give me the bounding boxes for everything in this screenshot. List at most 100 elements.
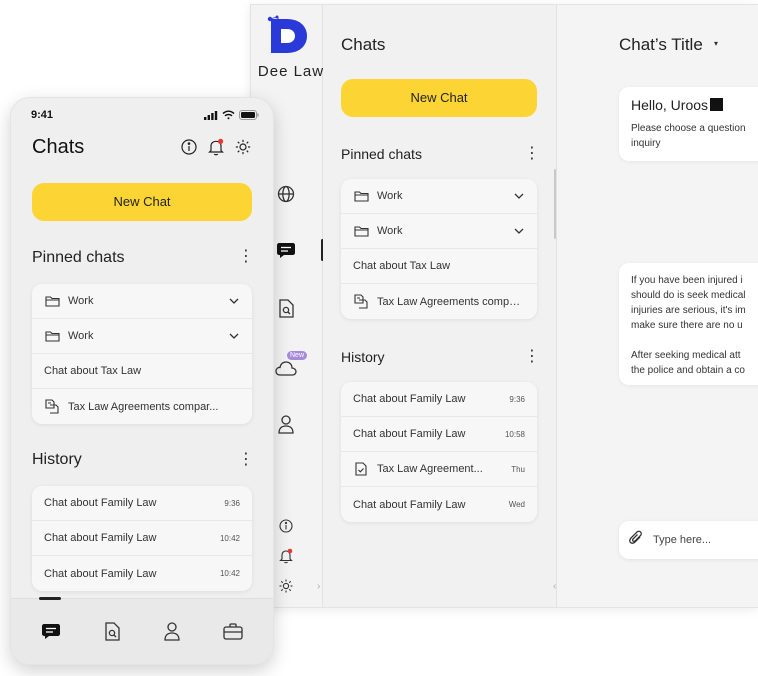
- answer-body: If you have been injured i should do is …: [631, 275, 746, 376]
- history-list: Chat about Family Law 9:36 Chat about Fa…: [341, 382, 537, 522]
- info-icon[interactable]: [275, 515, 297, 537]
- cloud-icon[interactable]: [275, 357, 297, 379]
- history-item-time: 10:42: [219, 533, 240, 543]
- message-composer: [619, 521, 758, 559]
- logo-text: Dee Law: [257, 63, 325, 80]
- pinned-item-label: Work: [377, 190, 403, 202]
- pinned-item-label: Work: [68, 295, 94, 307]
- history-item-label: Chat about Family Law: [44, 532, 157, 544]
- history-item-label: Chat about Family Law: [353, 498, 466, 511]
- history-title: History: [341, 349, 385, 365]
- history-more-icon[interactable]: ⋮: [524, 349, 540, 365]
- chevron-down-icon[interactable]: [513, 190, 525, 202]
- history-item[interactable]: Chat about Family Law 10:58: [341, 417, 537, 452]
- user-icon[interactable]: [275, 413, 297, 435]
- pinned-folder-work[interactable]: Work: [32, 319, 252, 354]
- answer-bubble: If you have been injured i should do is …: [619, 263, 758, 385]
- chats-panel: Chats New Chat Pinned chats ⋮ Work Work …: [323, 5, 557, 607]
- title-caret-icon[interactable]: ▾: [714, 39, 718, 48]
- pinned-folder-work[interactable]: Work: [341, 179, 537, 214]
- chat-title[interactable]: Chat’s Title: [619, 35, 703, 55]
- history-item-label: Tax Law Agreement...: [377, 463, 483, 475]
- history-item[interactable]: Chat about Family Law 9:36: [32, 486, 252, 521]
- sun-icon[interactable]: [234, 138, 252, 156]
- history-item[interactable]: Chat about Family Law 10:42: [32, 556, 252, 591]
- globe-icon[interactable]: [275, 183, 297, 205]
- document-check-icon: [353, 461, 369, 477]
- chat-icon[interactable]: [275, 239, 297, 261]
- chevron-down-icon[interactable]: [228, 330, 240, 342]
- pinned-item-label: Chat about Tax Law: [44, 365, 142, 377]
- panel-collapse-chevron-icon[interactable]: ‹: [553, 581, 556, 592]
- mobile-phone: 9:41 Chats New Chat Pinned chats ⋮ Work …: [10, 97, 274, 665]
- chevron-down-icon[interactable]: [513, 225, 525, 237]
- history-item[interactable]: Chat about Family Law Wed: [341, 487, 537, 522]
- history-item-label: Chat about Family Law: [44, 567, 157, 580]
- history-item-label: Chat about Family Law: [353, 428, 466, 440]
- tab-briefcase-icon[interactable]: [221, 619, 245, 643]
- greeting-line: Hello, Uroos: [631, 97, 758, 113]
- chats-title: Chats: [341, 35, 386, 54]
- history-item[interactable]: Tax Law Agreement... Thu: [341, 452, 537, 487]
- folder-icon: [353, 223, 369, 239]
- pinned-more-icon[interactable]: ⋮: [524, 146, 540, 162]
- info-icon[interactable]: [180, 138, 198, 156]
- pinned-chats-list: Work Work Chat about Tax Law Tax Law Agr…: [32, 284, 252, 424]
- pinned-chat-item[interactable]: Chat about Tax Law: [341, 249, 537, 284]
- bell-icon[interactable]: [275, 545, 297, 567]
- new-badge: New: [287, 351, 308, 360]
- folder-icon: [44, 328, 60, 344]
- pinned-item-label: Chat about Tax Law: [353, 260, 451, 272]
- history-item-time: Wed: [508, 500, 525, 509]
- desktop-app-window: Dee Law New › Chats New Chat Pinned chat…: [250, 4, 758, 608]
- history-item[interactable]: Chat about Family Law 9:36: [341, 382, 537, 417]
- history-item[interactable]: Chat about Family Law 10:42: [32, 521, 252, 556]
- wifi-icon: [222, 110, 235, 120]
- pinned-chat-item[interactable]: Tax Law Agreements compar...: [341, 284, 537, 319]
- battery-icon: [239, 110, 259, 120]
- chats-scrollbar[interactable]: [554, 169, 556, 239]
- signal-icon: [204, 110, 218, 120]
- pinned-chats-list: Work Work Chat about Tax Law Tax Law Agr…: [341, 179, 537, 319]
- new-chat-button[interactable]: New Chat: [341, 79, 537, 117]
- greeting-bubble: Hello, Uroos Please choose a question in…: [619, 87, 758, 161]
- typing-cursor: [710, 98, 724, 111]
- pinned-chats-title: Pinned chats: [341, 146, 422, 162]
- bottom-tab-bar: [11, 597, 273, 664]
- history-item-label: Chat about Family Law: [44, 497, 157, 509]
- app-logo[interactable]: Dee Law: [255, 9, 323, 81]
- chat-area: Chat’s Title ▾ Hello, Uroos Please choos…: [557, 5, 758, 607]
- tab-document-search-icon[interactable]: [100, 619, 124, 643]
- new-chat-button[interactable]: New Chat: [32, 183, 252, 221]
- folder-icon: [44, 293, 60, 309]
- sun-icon[interactable]: [275, 575, 297, 597]
- chevron-down-icon[interactable]: [228, 295, 240, 307]
- pinned-folder-work[interactable]: Work: [32, 284, 252, 319]
- pinned-chat-item[interactable]: Chat about Tax Law: [32, 354, 252, 389]
- rail-collapse-chevron-icon[interactable]: ›: [317, 581, 320, 592]
- tab-user-icon[interactable]: [160, 619, 184, 643]
- pinned-item-label: Tax Law Agreements compar...: [68, 400, 219, 413]
- history-title: History: [32, 451, 82, 468]
- page-title: Chats: [32, 136, 85, 158]
- status-icons: [204, 110, 259, 120]
- pinned-more-icon[interactable]: ⋮: [238, 249, 254, 265]
- tab-chat-icon[interactable]: [39, 619, 63, 643]
- tab-active-indicator: [39, 597, 61, 600]
- pinned-chat-item[interactable]: Tax Law Agreements compar...: [32, 389, 252, 424]
- history-item-time: 9:36: [224, 498, 240, 508]
- logo-mark-icon: [267, 15, 307, 53]
- pinned-folder-work[interactable]: Work: [341, 214, 537, 249]
- pinned-chats-title: Pinned chats: [32, 249, 125, 266]
- document-search-icon[interactable]: [275, 297, 297, 319]
- bell-icon[interactable]: [207, 138, 225, 156]
- document-compare-icon: [44, 399, 60, 415]
- history-more-icon[interactable]: ⋮: [238, 452, 254, 468]
- history-list: Chat about Family Law 9:36 Chat about Fa…: [32, 486, 252, 591]
- history-item-time: 10:58: [504, 429, 525, 439]
- pinned-item-label: Tax Law Agreements compar...: [377, 295, 525, 308]
- folder-icon: [353, 188, 369, 204]
- status-time: 9:41: [31, 109, 54, 121]
- paperclip-icon[interactable]: [629, 530, 643, 551]
- message-input[interactable]: [653, 534, 758, 546]
